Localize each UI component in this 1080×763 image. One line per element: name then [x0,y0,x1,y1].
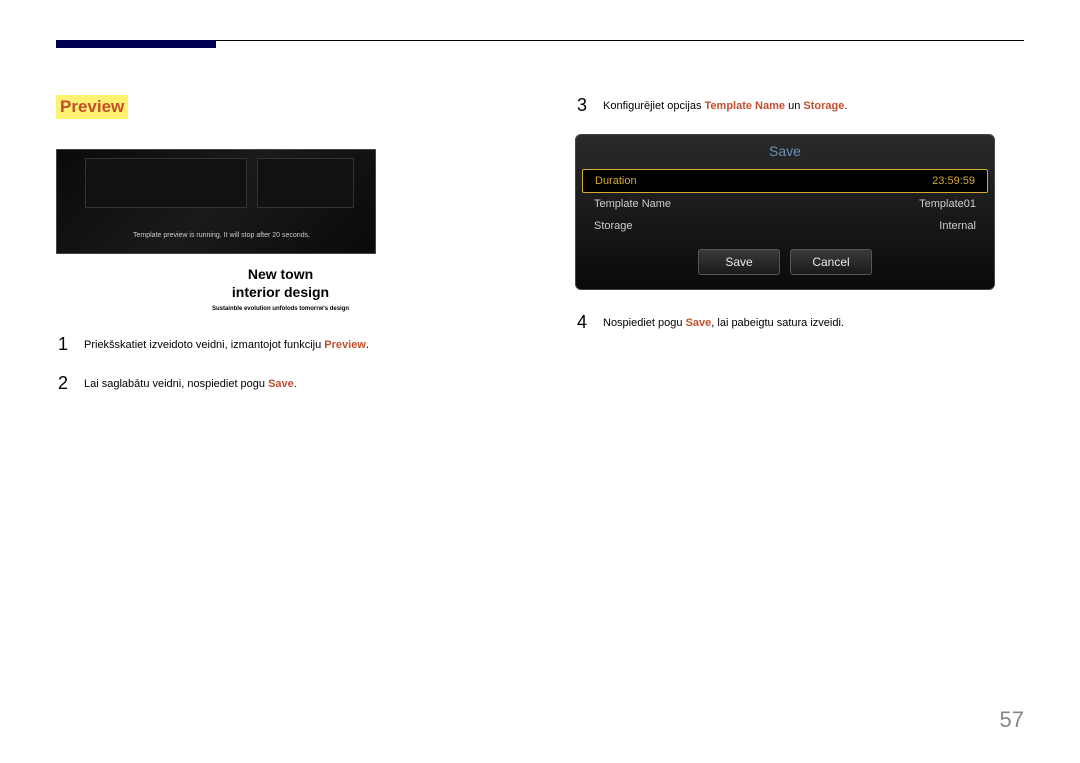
step-2: 2 Lai saglabātu veidni, nospiediet pogu … [56,373,505,394]
dialog-title: Save [576,135,994,169]
step-text-pre: Konfigurējiet opcijas [603,100,705,112]
step-text: Priekšskatiet izveidoto veidni, izmantoj… [84,334,369,351]
highlight-template-name: Template Name [705,100,786,112]
step-number: 2 [56,373,70,394]
page-number: 57 [1000,707,1024,733]
header-accent-bar [56,40,216,48]
step-4: 4 Nospiediet pogu Save, lai pabeigtu sat… [575,312,1024,333]
highlight-save: Save [268,378,294,390]
save-dialog: Save Duration 23:59:59 Template Name Tem… [575,134,995,290]
step-text: Lai saglabātu veidni, nospiediet pogu Sa… [84,373,297,390]
row-label: Template Name [594,198,671,210]
highlight-storage: Storage [803,100,844,112]
step-text-post: . [294,378,297,390]
step-text: Nospiediet pogu Save, lai pabeigtu satur… [603,312,844,329]
step-text-post: , lai pabeigtu satura izveidi. [711,317,844,329]
highlight-save: Save [686,317,712,329]
content-columns: Preview Template preview is running. It … [56,95,1024,412]
right-column: 3 Konfigurējiet opcijas Template Name un… [575,95,1024,412]
preview-tagline: Sustainble evolution unfolods tomorrw's … [56,306,505,312]
section-title-preview: Preview [56,95,128,119]
step-text-post: . [366,339,369,351]
preview-heading-line1: New town [56,266,505,282]
preview-screenshot: Template preview is running. It will sto… [56,149,376,254]
left-column: Preview Template preview is running. It … [56,95,505,412]
dialog-row-duration[interactable]: Duration 23:59:59 [582,169,988,193]
cancel-button[interactable]: Cancel [790,249,872,275]
row-value: Template01 [919,198,976,210]
dialog-row-storage[interactable]: Storage Internal [576,215,994,237]
row-label: Duration [595,175,637,187]
step-text-pre: Nospiediet pogu [603,317,686,329]
step-number: 1 [56,334,70,355]
preview-heading-line2: interior design [56,284,505,300]
step-text-pre: Lai saglabātu veidni, nospiediet pogu [84,378,268,390]
step-text-pre: Priekšskatiet izveidoto veidni, izmantoj… [84,339,324,351]
preview-running-caption: Template preview is running. It will sto… [127,228,345,243]
dialog-row-template-name[interactable]: Template Name Template01 [576,193,994,215]
step-text-post: . [844,100,847,112]
save-button[interactable]: Save [698,249,780,275]
step-text: Konfigurējiet opcijas Template Name un S… [603,95,847,112]
row-value: Internal [939,220,976,232]
step-number: 4 [575,312,589,333]
row-value: 23:59:59 [932,175,975,187]
step-text-mid: un [785,100,803,112]
page: Preview Template preview is running. It … [0,0,1080,763]
step-1: 1 Priekšskatiet izveidoto veidni, izmant… [56,334,505,355]
step-3: 3 Konfigurējiet opcijas Template Name un… [575,95,1024,116]
row-label: Storage [594,220,633,232]
dialog-button-row: Save Cancel [576,237,994,289]
step-number: 3 [575,95,589,116]
highlight-preview: Preview [324,339,366,351]
